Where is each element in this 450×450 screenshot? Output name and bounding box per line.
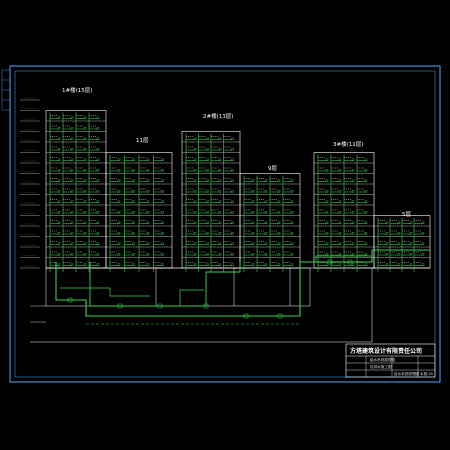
building-label-2: 11层 — [136, 137, 149, 144]
building-sections — [30, 110, 431, 343]
title-row-1: 給水系统原理图 — [370, 357, 396, 362]
company-name: 方塔建筑设计有限责任公司 — [350, 347, 422, 355]
building-label-3: 2#楼(13层) — [203, 112, 233, 120]
branch-main — [179, 289, 204, 306]
title-row-2: 给排水施工图 — [370, 364, 392, 369]
water-supply-riser-diagram: 1#楼(15层) 11层 2#楼(13层) 9层 3#楼(11层) 5层 方塔建… — [1, 65, 441, 383]
branch-main — [60, 287, 150, 297]
cad-drawing: 1#楼(15层) 11层 2#楼(13层) 9层 3#楼(11层) 5层 方塔建… — [0, 0, 450, 450]
floor-level-axis — [20, 97, 40, 269]
building-label-1: 1#楼(15层) — [62, 86, 92, 94]
sheet-number: 水施-05 — [420, 371, 433, 376]
secondary-supply-line — [89, 262, 241, 307]
building-label-6: 5层 — [402, 211, 411, 218]
building-label-5: 3#楼(11层) — [333, 140, 363, 148]
building-label-4: 9层 — [268, 165, 277, 172]
drawing-name: 给水系统原理图 — [394, 371, 420, 376]
title-block: 方塔建筑设计有限责任公司 給水系统原理图 给排水施工图 给水系统原理图 水施-0… — [345, 343, 436, 378]
left-binding-strip — [1, 69, 11, 111]
